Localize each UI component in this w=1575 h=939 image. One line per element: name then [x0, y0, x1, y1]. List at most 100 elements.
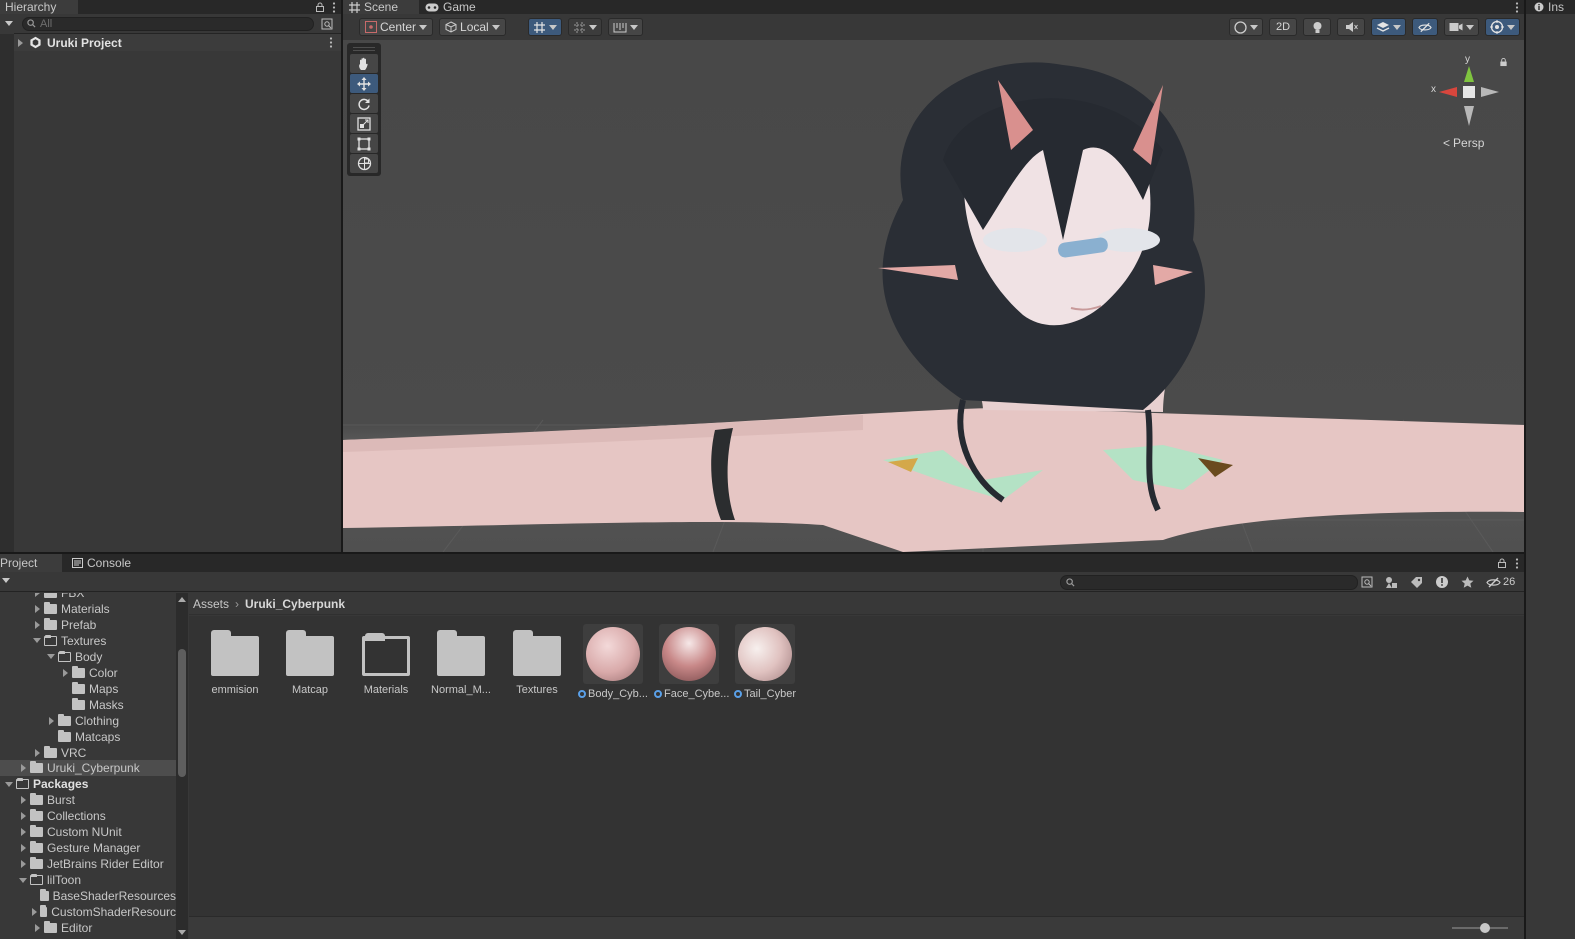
grid-snap-button[interactable]	[527, 18, 562, 36]
camera-button[interactable]	[1444, 18, 1479, 36]
gizmos-button[interactable]	[1485, 18, 1520, 36]
pivot-center-button[interactable]: Center	[359, 18, 434, 36]
hierarchy-search-field[interactable]: All	[22, 16, 314, 31]
favorites-star-icon[interactable]	[1461, 576, 1474, 589]
expand-arrow-icon[interactable]	[32, 924, 42, 932]
breadcrumb-current[interactable]: Uruki_Cyberpunk	[245, 597, 345, 611]
tree-item-packages[interactable]: Packages	[0, 776, 176, 792]
space-local-button[interactable]: Local	[439, 18, 506, 36]
tree-item-maps[interactable]: Maps	[0, 681, 176, 697]
lock-icon[interactable]	[313, 1, 327, 13]
gizmo-lock-icon[interactable]	[1499, 56, 1508, 70]
project-search-field[interactable]	[1060, 575, 1358, 590]
increment-snap-button[interactable]	[567, 18, 602, 36]
expand-arrow-icon[interactable]	[60, 669, 70, 677]
zoom-slider[interactable]	[1452, 923, 1508, 933]
kebab-menu-icon[interactable]	[327, 1, 341, 13]
asset-textures[interactable]: Textures	[502, 626, 572, 696]
tree-scrollbar[interactable]	[176, 593, 188, 939]
asset-normal-m[interactable]: Normal_M...	[426, 626, 496, 696]
expand-arrow-icon[interactable]	[18, 796, 28, 804]
tool-palette-grip[interactable]	[353, 47, 375, 51]
expand-arrow-icon[interactable]	[32, 593, 42, 597]
search-scene-icon[interactable]	[320, 18, 334, 30]
tree-item-editor[interactable]: Editor	[0, 920, 176, 936]
tab-scene[interactable]: Scene	[343, 0, 419, 14]
tree-item-body[interactable]: Body	[0, 649, 176, 665]
collapse-arrow-icon[interactable]	[18, 878, 28, 883]
expand-arrow-icon[interactable]	[32, 749, 42, 757]
tree-item-textures[interactable]: Textures	[0, 633, 176, 649]
tree-item-liltoon[interactable]: lilToon	[0, 872, 176, 888]
expand-arrow-icon[interactable]	[18, 828, 28, 836]
tree-item-masks[interactable]: Masks	[0, 697, 176, 713]
hierarchy-root-item[interactable]: Uruki Project	[0, 34, 341, 51]
tree-item-custom-nunit[interactable]: Custom NUnit	[0, 824, 176, 840]
projection-toggle[interactable]: < Persp	[1443, 136, 1484, 150]
asset-body-cyb[interactable]: Body_Cyb...	[578, 624, 648, 700]
tree-item-jetbrains-rider-editor[interactable]: JetBrains Rider Editor	[0, 856, 176, 872]
shading-mode-button[interactable]	[1229, 18, 1263, 36]
scene-viewport[interactable]: y x < Persp	[343, 40, 1524, 552]
expand-arrow-icon[interactable]	[18, 844, 28, 852]
asset-emmision[interactable]: emmision	[200, 626, 270, 696]
tree-item-uruki-cyberpunk[interactable]: Uruki_Cyberpunk	[0, 760, 176, 777]
collapse-arrow-icon[interactable]	[46, 654, 56, 659]
create-dropdown-icon[interactable]	[2, 21, 16, 26]
tree-item-vrc[interactable]: VRC	[0, 745, 176, 761]
breadcrumb-assets[interactable]: Assets	[193, 597, 229, 611]
audio-button[interactable]	[1337, 18, 1365, 36]
expand-arrow-icon[interactable]	[18, 860, 28, 868]
mode-2d-button[interactable]: 2D	[1269, 18, 1297, 36]
asset-face-cybe[interactable]: Face_Cybe...	[654, 624, 729, 700]
tree-item-burst[interactable]: Burst	[0, 792, 176, 808]
tree-item-matcaps[interactable]: Matcaps	[0, 729, 176, 745]
tree-item-gesture-manager[interactable]: Gesture Manager	[0, 840, 176, 856]
create-asset-dropdown-icon[interactable]	[2, 578, 10, 583]
hand-tool-button[interactable]	[350, 54, 378, 73]
move-tool-button[interactable]	[350, 74, 378, 93]
asset-materials[interactable]: Materials	[351, 626, 421, 696]
expand-arrow-icon[interactable]	[18, 812, 28, 820]
expand-arrow-icon[interactable]	[32, 621, 42, 629]
lighting-button[interactable]	[1303, 18, 1331, 36]
search-by-scene-icon[interactable]	[1361, 576, 1373, 588]
filter-by-label-icon[interactable]	[1410, 576, 1423, 589]
asset-tail-cyber[interactable]: Tail_Cyber	[730, 624, 800, 700]
effects-button[interactable]	[1371, 18, 1406, 36]
scale-tool-button[interactable]	[350, 114, 378, 133]
tree-item-color[interactable]: Color	[0, 665, 176, 681]
project-kebab-icon[interactable]	[1510, 557, 1524, 569]
ruler-button[interactable]	[607, 18, 643, 36]
expand-arrow-icon[interactable]	[15, 39, 25, 47]
scroll-up-arrow-icon[interactable]	[178, 597, 186, 602]
item-kebab-icon[interactable]	[329, 37, 333, 48]
filter-by-type-icon[interactable]	[1385, 576, 1398, 589]
tab-project[interactable]: Project	[0, 554, 62, 572]
transform-tool-button[interactable]	[350, 154, 378, 173]
rotate-tool-button[interactable]	[350, 94, 378, 113]
tree-item-prefab[interactable]: Prefab	[0, 617, 176, 633]
zoom-slider-thumb[interactable]	[1480, 923, 1490, 933]
tree-item-fbx[interactable]: FBX	[0, 593, 176, 601]
tree-item-baseshaderresources[interactable]: BaseShaderResources	[0, 888, 176, 904]
tab-game[interactable]: Game	[419, 0, 482, 14]
collapse-arrow-icon[interactable]	[4, 782, 14, 787]
rect-tool-button[interactable]	[350, 134, 378, 153]
tree-item-collections[interactable]: Collections	[0, 808, 176, 824]
expand-arrow-icon[interactable]	[46, 717, 56, 725]
tree-item-clothing[interactable]: Clothing	[0, 713, 176, 729]
asset-matcap[interactable]: Matcap	[275, 626, 345, 696]
expand-arrow-icon[interactable]	[32, 605, 42, 613]
expand-arrow-icon[interactable]	[18, 764, 28, 772]
tree-item-customshaderresourc[interactable]: CustomShaderResourc	[0, 904, 176, 920]
project-lock-icon[interactable]	[1494, 558, 1510, 568]
scroll-down-arrow-icon[interactable]	[178, 930, 186, 935]
hidden-packages-toggle[interactable]: 26	[1486, 576, 1515, 588]
tab-hierarchy[interactable]: Hierarchy	[0, 0, 78, 14]
collapse-arrow-icon[interactable]	[32, 638, 42, 643]
scene-visibility-button[interactable]	[1412, 18, 1438, 36]
scene-kebab-icon[interactable]	[1510, 1, 1524, 13]
tab-console[interactable]: Console	[62, 554, 137, 572]
expand-arrow-icon[interactable]	[32, 908, 38, 916]
